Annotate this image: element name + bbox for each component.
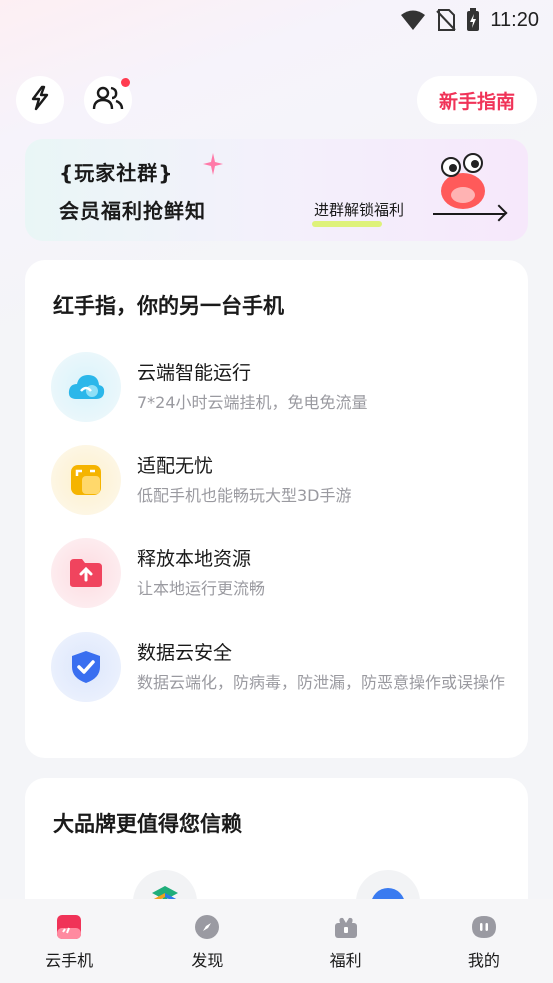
feature-title: 云端智能运行 xyxy=(137,362,252,384)
feature-desc: 数据云端化，防病毒，防泄漏，防恶意操作或误操作 xyxy=(137,673,506,692)
adapt-icon xyxy=(51,445,121,515)
community-button[interactable] xyxy=(84,76,132,124)
lightning-icon xyxy=(29,85,51,115)
feature-title: 适配无忧 xyxy=(137,455,214,477)
status-bar: 11:20 xyxy=(0,0,553,40)
feature-title: 数据云安全 xyxy=(137,642,233,664)
lightning-button[interactable] xyxy=(16,76,64,124)
shield-check-icon xyxy=(51,632,121,702)
feature-title: 释放本地资源 xyxy=(137,548,252,570)
bottom-tab-bar: 云手机 发现 福利 我的 xyxy=(0,899,553,983)
no-sim-icon xyxy=(436,9,457,31)
banner-title: {玩家社群} xyxy=(59,161,174,185)
brand-title: 大品牌更值得您信赖 xyxy=(53,812,242,836)
tab-label: 云手机 xyxy=(45,951,94,970)
banner-subtitle: 会员福利抢鲜知 xyxy=(59,199,206,223)
features-card: 红手指，你的另一台手机 云端智能运行 7*24小时云端挂机，免电免流量 适配无忧… xyxy=(25,260,528,758)
tab-label: 福利 xyxy=(329,951,362,970)
tab-discover[interactable]: 发现 xyxy=(138,899,276,983)
battery-charging-icon xyxy=(466,8,480,32)
profile-icon xyxy=(470,913,498,941)
top-bar: 新手指南 xyxy=(16,76,537,124)
status-time: 11:20 xyxy=(490,8,539,31)
compass-icon xyxy=(193,913,221,941)
feature-item: 云端智能运行 7*24小时云端挂机，免电免流量 xyxy=(51,352,511,428)
feature-item: 数据云安全 数据云端化，防病毒，防泄漏，防恶意操作或误操作 xyxy=(51,632,511,728)
tab-label: 我的 xyxy=(467,951,500,970)
features-title: 红手指，你的另一台手机 xyxy=(53,294,284,318)
tab-label: 发现 xyxy=(191,951,224,970)
notification-dot xyxy=(121,78,130,87)
beginner-guide-button[interactable]: 新手指南 xyxy=(417,76,537,124)
wifi-icon xyxy=(400,9,426,31)
feature-desc: 7*24小时云端挂机，免电免流量 xyxy=(137,393,368,412)
community-banner[interactable]: {玩家社群} 会员福利抢鲜知 进群解锁福利 xyxy=(25,139,528,241)
feature-desc: 低配手机也能畅玩大型3D手游 xyxy=(137,486,352,505)
arrow-right-icon xyxy=(490,204,508,222)
sparkle-icon xyxy=(203,153,223,179)
feature-item: 适配无忧 低配手机也能畅玩大型3D手游 xyxy=(51,445,511,521)
banner-cta-highlight xyxy=(312,221,382,227)
cloud-icon xyxy=(51,352,121,422)
tab-cloud-phone[interactable]: 云手机 xyxy=(0,899,138,983)
upload-folder-icon xyxy=(51,538,121,608)
banner-cta: 进群解锁福利 xyxy=(314,201,405,219)
tab-benefits[interactable]: 福利 xyxy=(277,899,415,983)
community-icon xyxy=(92,85,124,115)
feature-desc: 让本地运行更流畅 xyxy=(137,579,266,598)
gift-icon xyxy=(332,913,360,941)
cloud-phone-icon xyxy=(55,913,83,941)
feature-item: 释放本地资源 让本地运行更流畅 xyxy=(51,538,511,614)
tab-profile[interactable]: 我的 xyxy=(415,899,553,983)
mascot-icon xyxy=(433,151,493,219)
